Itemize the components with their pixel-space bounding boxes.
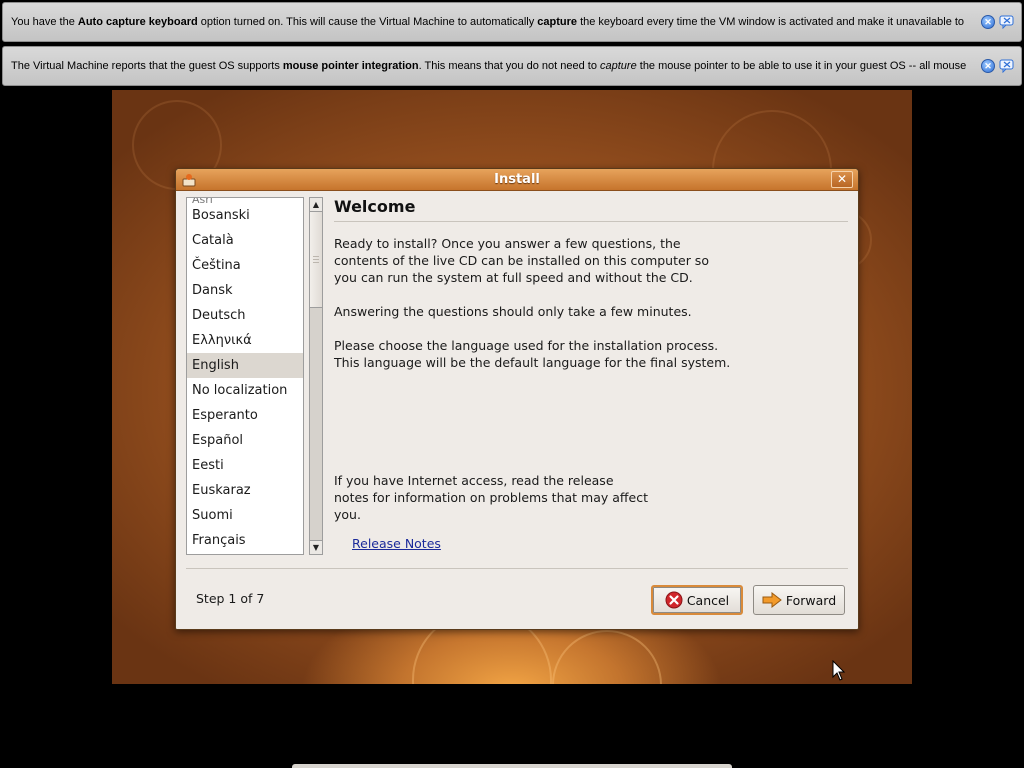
language-instruction-text: Please choose the language used for the … [334,338,731,370]
notification-close-button[interactable]: ✕ [981,15,995,29]
language-item-7[interactable]: No localization [187,378,303,403]
language-list-scrollbar[interactable]: ▲ ▼ [309,197,323,555]
duration-text: Answering the questions should only take… [334,304,692,319]
language-item-4[interactable]: Deutsch [187,303,303,328]
arrow-up-icon: ▲ [312,200,320,209]
notification-text: the keyboard every time the VM window is… [577,16,965,28]
language-item-0[interactable]: Bosanski [187,203,303,228]
divider [334,221,848,222]
language-item-10[interactable]: Eesti [187,453,303,478]
release-notes-text: If you have Internet access, read the re… [334,473,648,522]
dialog-title: Install [494,172,540,187]
language-item-12[interactable]: Suomi [187,503,303,528]
dialog-close-button[interactable]: ✕ [831,171,853,188]
footer-divider [186,568,848,569]
close-icon: ✕ [984,16,992,27]
speech-bubble-icon [999,59,1014,73]
notification-info-button[interactable] [999,59,1015,73]
scroll-up-button[interactable]: ▲ [310,198,322,212]
wallpaper-swirl [552,630,662,684]
host-taskbar-edge [292,764,732,768]
language-item-5[interactable]: Ελληνικά [187,328,303,353]
close-icon: ✕ [836,172,848,186]
arrow-down-icon: ▼ [312,543,320,552]
notification-text: . This means that you do not need to [418,60,600,72]
forward-button-label: Forward [785,592,837,608]
step-indicator: Step 1 of 7 [196,591,265,606]
notification-text: option turned on. This will cause the Vi… [197,16,538,28]
arrow-right-icon [762,592,782,608]
language-item-11[interactable]: Euskaraz [187,478,303,503]
notification-info-button[interactable] [999,15,1015,29]
close-icon: ✕ [984,60,992,71]
notification-close-button[interactable]: ✕ [981,59,995,73]
notification-italic-text: capture [600,60,637,72]
language-item-13[interactable]: Français [187,528,303,553]
mouse-pointer-icon [832,660,846,681]
notification-message: You have the Auto capture keyboard optio… [11,16,975,28]
notification-text: You have the [11,16,78,28]
notification-bold-text: mouse pointer integration [282,60,419,72]
release-notes-link[interactable]: Release Notes [352,536,441,551]
intro-text: Ready to install? Once you answer a few … [334,236,709,285]
cancel-icon [665,591,683,609]
speech-bubble-icon [999,15,1014,29]
cancel-button-label: Cancel [686,592,730,608]
notification-bold-text: capture [537,16,578,28]
cancel-button[interactable]: Cancel [651,585,743,615]
forward-button[interactable]: Forward [753,585,845,615]
page-title: Welcome [334,197,416,216]
language-item-8[interactable]: Esperanto [187,403,303,428]
notification-text: the mouse pointer to be able to use it i… [636,60,967,72]
language-item-9[interactable]: Español [187,428,303,453]
language-item-2[interactable]: Čeština [187,253,303,278]
welcome-panel: Welcome Ready to install? Once you answe… [334,197,848,551]
dialog-titlebar[interactable]: Install ✕ [176,169,858,191]
scroll-down-button[interactable]: ▼ [310,540,322,554]
notification-message: The Virtual Machine reports that the gue… [11,60,975,72]
language-list[interactable]: Аsrl BosanskiCatalàČeštinaDanskDeutschΕλ… [186,197,304,555]
language-item-3[interactable]: Dansk [187,278,303,303]
language-item-1[interactable]: Català [187,228,303,253]
language-item-6[interactable]: English [187,353,303,378]
notification-bold-text: Auto capture keyboard [77,16,198,28]
grip-icon [313,256,319,264]
notification-auto-capture-keyboard: You have the Auto capture keyboard optio… [2,2,1022,42]
install-dialog: Install ✕ Аsrl BosanskiCatalàČeštinaDans… [175,168,859,630]
notification-mouse-integration: The Virtual Machine reports that the gue… [2,46,1022,86]
notification-text: The Virtual Machine reports that the gue… [11,60,283,72]
scrollbar-thumb[interactable] [310,212,322,308]
